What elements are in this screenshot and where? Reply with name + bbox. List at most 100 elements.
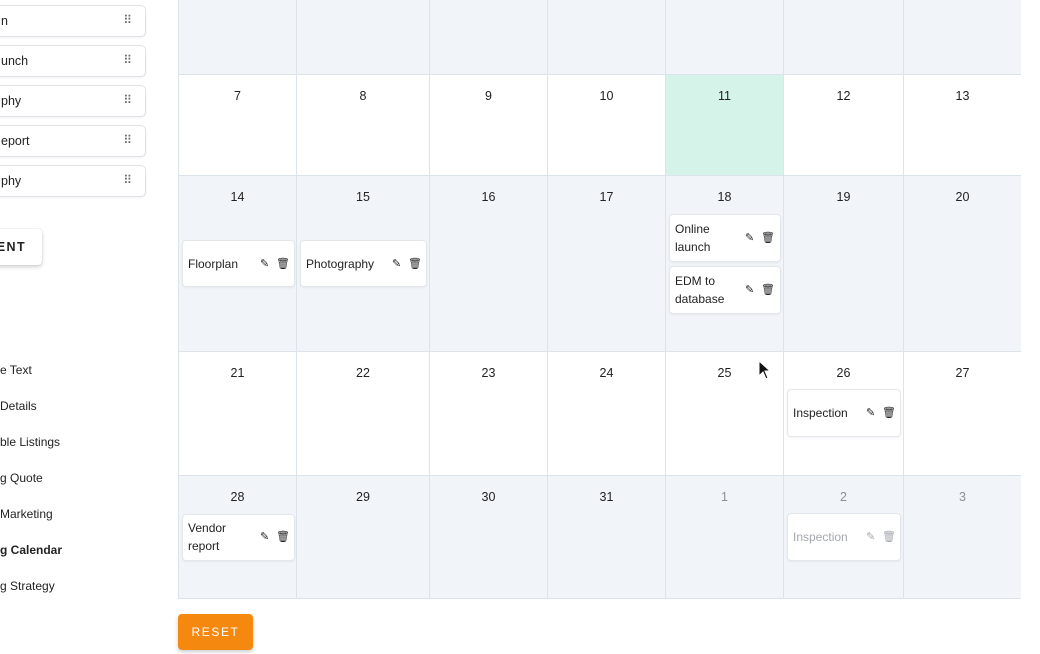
calendar-day-cell[interactable]: 20 <box>904 176 1021 352</box>
nav-item[interactable]: ble Listings <box>0 435 60 449</box>
drag-handle-icon[interactable]: ⠿ <box>123 93 132 107</box>
calendar-day-cell[interactable]: 30 <box>430 476 548 598</box>
edit-icon[interactable]: ✎ <box>260 257 269 270</box>
event-title: Inspection <box>793 530 848 544</box>
draggable-event-card[interactable]: n ⠿ <box>0 5 146 37</box>
reset-button[interactable]: RESET <box>178 614 253 650</box>
calendar-day-cell[interactable]: 23 <box>430 352 548 476</box>
event-title-line2: database <box>675 292 725 306</box>
day-number: 16 <box>481 190 496 204</box>
calendar-day-cell[interactable]: 26 Inspection ✎ 🗑 <box>784 352 904 476</box>
delete-icon[interactable]: 🗑 <box>761 283 775 296</box>
day-number: 20 <box>955 190 970 204</box>
event-card-label: eport <box>1 134 30 148</box>
day-number: 1 <box>721 490 728 504</box>
edit-icon[interactable]: ✎ <box>745 231 754 244</box>
day-number: 10 <box>599 89 614 103</box>
delete-icon[interactable]: 🗑 <box>276 257 290 270</box>
day-number: 28 <box>230 490 245 504</box>
calendar-day-cell[interactable]: 18 Online launch ✎ 🗑 EDM to database ✎ 🗑 <box>666 176 784 352</box>
nav-item[interactable]: Details <box>0 399 37 413</box>
day-number: 9 <box>485 89 492 103</box>
calendar-day-cell[interactable]: 22 <box>297 352 430 476</box>
calendar-day-cell-next-month[interactable]: 1 <box>666 476 784 598</box>
delete-icon[interactable]: 🗑 <box>408 257 422 270</box>
calendar-event[interactable]: Inspection ✎ 🗑 <box>787 513 901 561</box>
drag-handle-icon[interactable]: ⠿ <box>123 53 132 67</box>
calendar-day-cell[interactable]: 8 <box>297 75 430 176</box>
day-number: 14 <box>230 190 245 204</box>
draggable-event-card[interactable]: eport ⠿ <box>0 125 146 157</box>
day-number: 31 <box>599 490 614 504</box>
day-number: 24 <box>599 366 614 380</box>
calendar-day-cell[interactable] <box>548 0 666 75</box>
calendar-day-cell-next-month[interactable]: 2 Inspection ✎ 🗑 <box>784 476 904 598</box>
calendar-day-cell[interactable]: 21 <box>179 352 297 476</box>
draggable-event-card[interactable]: phy ⠿ <box>0 85 146 117</box>
calendar-event[interactable]: Floorplan ✎ 🗑 <box>182 240 295 287</box>
day-number: 7 <box>234 89 241 103</box>
calendar-day-cell[interactable] <box>430 0 548 75</box>
calendar-day-cell[interactable]: 19 <box>784 176 904 352</box>
calendar-day-cell[interactable] <box>666 0 784 75</box>
calendar-day-cell[interactable]: 31 <box>548 476 666 598</box>
calendar-day-cell[interactable]: 16 <box>430 176 548 352</box>
event-title: EDM to <box>675 274 716 288</box>
nav-item[interactable]: g Quote <box>0 471 43 485</box>
nav-item-active[interactable]: g Calendar <box>0 543 62 557</box>
drag-handle-icon[interactable]: ⠿ <box>123 13 132 27</box>
calendar-day-cell-next-month[interactable]: 3 <box>904 476 1021 598</box>
nav-item[interactable]: Marketing <box>0 507 53 521</box>
delete-icon[interactable]: 🗑 <box>761 231 775 244</box>
calendar-day-cell[interactable]: 12 <box>784 75 904 176</box>
calendar-event[interactable]: Photography ✎ 🗑 <box>300 240 427 287</box>
event-title: Vendor <box>188 521 227 535</box>
event-title: Photography <box>306 257 375 271</box>
calendar-day-cell[interactable]: 14 Floorplan ✎ 🗑 <box>179 176 297 352</box>
edit-icon[interactable]: ✎ <box>866 406 875 419</box>
nav-item[interactable]: g Strategy <box>0 579 55 593</box>
event-card-label: phy <box>1 94 22 108</box>
drag-handle-icon[interactable]: ⠿ <box>123 173 132 187</box>
delete-icon[interactable]: 🗑 <box>276 530 290 543</box>
day-number: 29 <box>356 490 370 504</box>
calendar-event[interactable]: Online launch ✎ 🗑 <box>669 214 781 262</box>
edit-icon[interactable]: ✎ <box>745 283 754 296</box>
add-event-button[interactable]: ENT <box>0 229 42 265</box>
calendar-event[interactable]: EDM to database ✎ 🗑 <box>669 266 781 314</box>
event-title: Inspection <box>793 406 848 420</box>
calendar-day-cell[interactable]: 24 <box>548 352 666 476</box>
nav-item[interactable]: e Text <box>0 363 32 377</box>
calendar-day-cell[interactable] <box>297 0 430 75</box>
calendar-day-cell[interactable]: 9 <box>430 75 548 176</box>
calendar-event[interactable]: Inspection ✎ 🗑 <box>787 389 901 437</box>
calendar-day-cell[interactable]: 17 <box>548 176 666 352</box>
event-title: Floorplan <box>188 257 239 271</box>
edit-icon[interactable]: ✎ <box>392 257 401 270</box>
calendar-day-cell[interactable]: 28 Vendor report ✎ 🗑 <box>179 476 297 598</box>
day-number: 2 <box>840 490 847 504</box>
mouse-cursor-icon <box>758 360 772 380</box>
calendar-day-cell[interactable] <box>904 0 1021 75</box>
calendar-day-cell-today[interactable]: 11 <box>666 75 784 176</box>
day-number: 19 <box>836 190 851 204</box>
calendar-day-cell[interactable] <box>179 0 297 75</box>
drag-handle-icon[interactable]: ⠿ <box>123 133 132 147</box>
calendar-day-cell[interactable]: 7 <box>179 75 297 176</box>
delete-icon[interactable]: 🗑 <box>882 530 896 543</box>
calendar-day-cell[interactable]: 13 <box>904 75 1021 176</box>
calendar-day-cell[interactable]: 10 <box>548 75 666 176</box>
delete-icon[interactable]: 🗑 <box>882 406 896 419</box>
edit-icon[interactable]: ✎ <box>866 530 875 543</box>
day-number: 11 <box>718 89 731 103</box>
calendar-day-cell[interactable]: 15 Photography ✎ 🗑 <box>297 176 430 352</box>
draggable-event-card[interactable]: unch ⠿ <box>0 45 146 77</box>
calendar-day-cell[interactable]: 27 <box>904 352 1021 476</box>
event-card-label: unch <box>1 54 29 68</box>
day-number: 22 <box>356 366 370 380</box>
calendar-event[interactable]: Vendor report ✎ 🗑 <box>182 514 295 561</box>
calendar-day-cell[interactable] <box>784 0 904 75</box>
calendar-day-cell[interactable]: 29 <box>297 476 430 598</box>
draggable-event-card[interactable]: phy ⠿ <box>0 165 146 197</box>
edit-icon[interactable]: ✎ <box>260 530 269 543</box>
